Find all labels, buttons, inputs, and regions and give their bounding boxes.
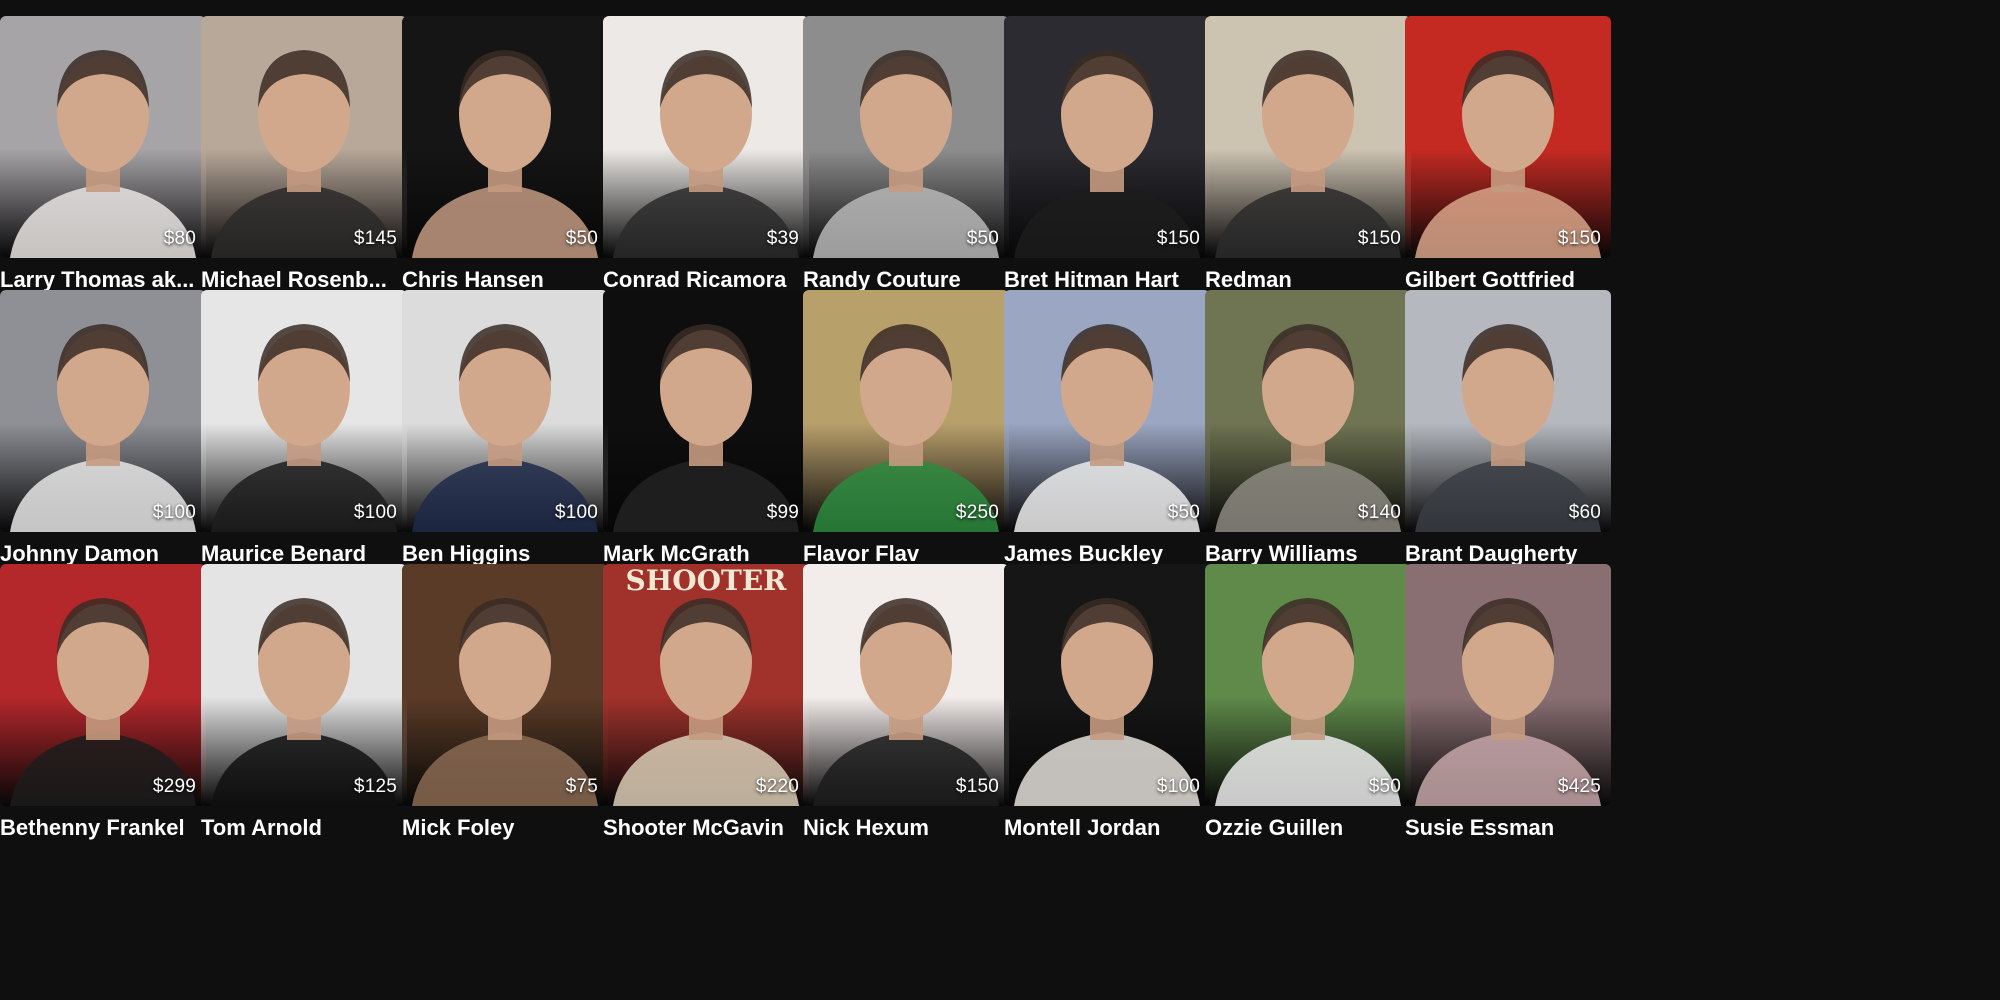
price-label: $125: [353, 776, 397, 797]
portrait-silhouette: [10, 50, 196, 258]
talent-photo[interactable]: $75: [402, 564, 608, 806]
talent-photo[interactable]: $80: [0, 16, 206, 258]
portrait-silhouette: [613, 50, 799, 258]
price-label: $100: [152, 502, 196, 523]
price-label: $39: [766, 228, 799, 249]
talent-card[interactable]: $100 Montell Jordan: [1004, 564, 1214, 894]
talent-photo[interactable]: $150: [1205, 16, 1411, 258]
price-label: $220: [755, 776, 799, 797]
price-label: $50: [966, 228, 999, 249]
portrait-silhouette: [412, 324, 598, 532]
price-label: $150: [1357, 228, 1401, 249]
talent-photo[interactable]: $39: [603, 16, 809, 258]
talent-photo[interactable]: $100: [0, 290, 206, 532]
portrait-silhouette: [1014, 598, 1200, 806]
talent-photo[interactable]: $150: [1405, 16, 1611, 258]
portrait-silhouette: [1215, 598, 1401, 806]
portrait-silhouette: [1415, 324, 1601, 532]
talent-photo[interactable]: $100: [201, 290, 407, 532]
portrait-silhouette: [1215, 324, 1401, 532]
portrait-silhouette: [813, 50, 999, 258]
talent-name[interactable]: Tom Arnold: [201, 814, 407, 842]
price-label: $99: [766, 502, 799, 523]
price-label: $425: [1557, 776, 1601, 797]
price-label: $150: [955, 776, 999, 797]
portrait-silhouette: [613, 324, 799, 532]
portrait-silhouette: [211, 50, 397, 258]
poster-title-text: SHOOTER: [626, 564, 788, 597]
portrait-silhouette: [10, 598, 196, 806]
portrait-silhouette: [412, 50, 598, 258]
talent-photo[interactable]: $145: [201, 16, 407, 258]
portrait-silhouette: [211, 324, 397, 532]
price-label: $100: [353, 502, 397, 523]
talent-card[interactable]: SHOOTER $220 Shooter McGavin: [603, 564, 813, 894]
portrait-silhouette: [211, 598, 397, 806]
portrait-silhouette: [1014, 324, 1200, 532]
portrait-silhouette: [1014, 50, 1200, 258]
talent-photo[interactable]: $99: [603, 290, 809, 532]
price-label: $145: [353, 228, 397, 249]
talent-name[interactable]: Mick Foley: [402, 814, 608, 842]
talent-grid: $80Larry Thomas ak...Actor - Seinfeld, A…: [0, 0, 2000, 1000]
price-label: $100: [1156, 776, 1200, 797]
price-label: $80: [163, 228, 196, 249]
portrait-silhouette: [10, 324, 196, 532]
price-label: $140: [1357, 502, 1401, 523]
portrait-silhouette: [813, 598, 999, 806]
talent-photo[interactable]: $299: [0, 564, 206, 806]
talent-photo[interactable]: $50: [402, 16, 608, 258]
talent-name[interactable]: Bethenny Frankel: [0, 814, 206, 842]
talent-name[interactable]: Ozzie Guillen: [1205, 814, 1411, 842]
talent-card[interactable]: $150 Nick Hexum: [803, 564, 1013, 894]
talent-photo[interactable]: $150: [803, 564, 1009, 806]
price-label: $50: [1368, 776, 1401, 797]
portrait-silhouette: [1415, 598, 1601, 806]
portrait-silhouette: [1215, 50, 1401, 258]
talent-photo[interactable]: $150: [1004, 16, 1210, 258]
price-label: $150: [1557, 228, 1601, 249]
talent-name[interactable]: Montell Jordan: [1004, 814, 1210, 842]
talent-name[interactable]: Nick Hexum: [803, 814, 1009, 842]
talent-photo[interactable]: $125: [201, 564, 407, 806]
portrait-silhouette: SHOOTER: [613, 564, 799, 806]
talent-photo[interactable]: $140: [1205, 290, 1411, 532]
price-label: $75: [565, 776, 598, 797]
price-label: $100: [554, 502, 598, 523]
talent-photo[interactable]: $250: [803, 290, 1009, 532]
talent-photo[interactable]: $425: [1405, 564, 1611, 806]
price-label: $50: [565, 228, 598, 249]
talent-photo[interactable]: $100: [402, 290, 608, 532]
portrait-silhouette: [1415, 50, 1601, 258]
talent-photo[interactable]: SHOOTER $220: [603, 564, 809, 806]
talent-name[interactable]: Susie Essman: [1405, 814, 1611, 842]
talent-photo[interactable]: $60: [1405, 290, 1611, 532]
talent-card[interactable]: $50 Ozzie Guillen: [1205, 564, 1415, 894]
talent-photo[interactable]: $50: [1004, 290, 1210, 532]
talent-photo[interactable]: $50: [1205, 564, 1411, 806]
talent-name[interactable]: Shooter McGavin: [603, 814, 809, 842]
talent-photo[interactable]: $50: [803, 16, 1009, 258]
price-label: $150: [1156, 228, 1200, 249]
talent-card[interactable]: $75 Mick Foley: [402, 564, 612, 894]
price-label: $250: [955, 502, 999, 523]
portrait-silhouette: [813, 324, 999, 532]
price-label: $50: [1167, 502, 1200, 523]
portrait-silhouette: [412, 598, 598, 806]
talent-card[interactable]: $425 Susie Essman: [1405, 564, 1615, 894]
talent-card[interactable]: $299 Bethenny Frankel: [0, 564, 210, 894]
price-label: $60: [1568, 502, 1601, 523]
talent-photo[interactable]: $100: [1004, 564, 1210, 806]
price-label: $299: [152, 776, 196, 797]
talent-card[interactable]: $125 Tom Arnold: [201, 564, 411, 894]
